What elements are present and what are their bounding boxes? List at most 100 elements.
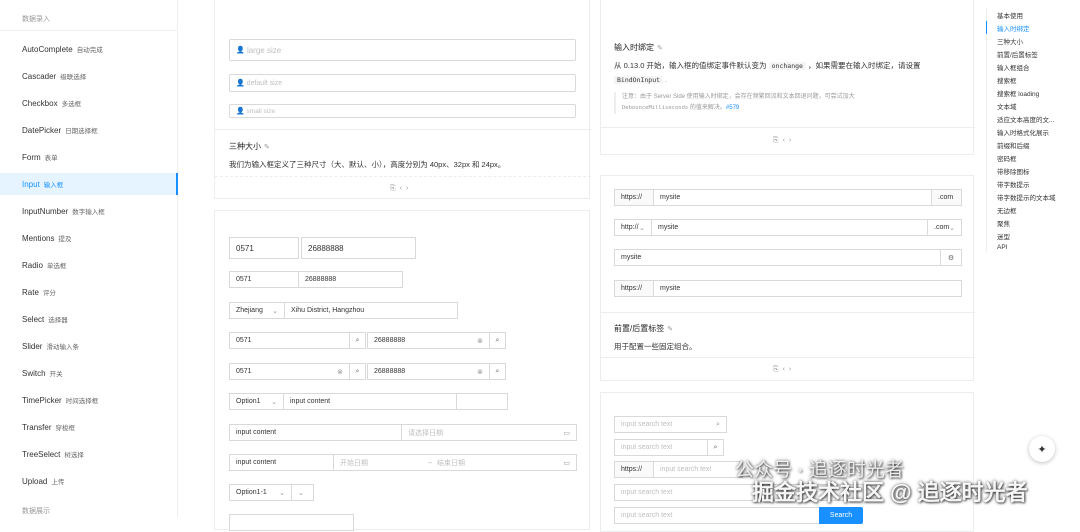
demo-description: 用于配置一些固定组合。 [614,342,697,351]
option-select[interactable]: Option1 ⌄ [229,393,284,410]
phone-input[interactable]: 26888888 ⊗ [367,363,490,380]
cascader-select[interactable]: Option1-1 ⌄ [229,484,292,501]
sidebar-item-radio[interactable]: Radio 单选框 [0,254,178,276]
anchor-link-password[interactable]: 密码框 [987,151,1076,164]
sidebar-item-input[interactable]: Input 输入框 [0,173,178,195]
sidebar-item-autocomplete[interactable]: AutoComplete 自动完成 [0,38,178,60]
search-input[interactable]: input search text [614,507,820,524]
sidebar-item-datepicker[interactable]: DatePicker 日期选择框 [0,119,178,141]
site-input[interactable]: mysite [653,280,962,297]
date-picker[interactable]: 请选择日期 ▭ [401,424,577,441]
anchor-link-show-count[interactable]: 带字数提示 [987,177,1076,190]
search-icon[interactable]: ⌕ [716,421,720,429]
sidebar-item-treeselect[interactable]: TreeSelect 树选择 [0,443,178,465]
calendar-icon: ▭ [563,429,570,437]
province-select[interactable]: Zhejiang ⌄ [229,302,285,319]
protocol-select[interactable]: http://⌄ [614,219,652,236]
copy-icon[interactable]: ⎘ [390,185,400,192]
site-input[interactable]: mysite [651,219,928,236]
content-input[interactable]: input content [229,454,334,471]
edit-icon[interactable]: ✎ [667,325,673,333]
date-range-picker[interactable]: 开始日期 → 结束日期 ▭ [333,454,577,471]
domain-select[interactable]: .com ⌄ [927,219,962,236]
dot: . [665,75,668,84]
anchor-link-autosize[interactable]: 适应文本高度的文... [987,112,1076,125]
copy-icon[interactable]: ⎘ [773,366,783,373]
anchor-link-search-loading[interactable]: 搜索框 loading [987,86,1076,99]
large-size-input[interactable]: 👤 large size [229,39,576,61]
sidebar-item-cascader[interactable]: Cascader 级联选择 [0,65,178,87]
sidebar-item-mentions[interactable]: Mentions 提及 [0,227,178,249]
sidebar-item-checkbox[interactable]: Checkbox 多选框 [0,92,178,114]
address-input[interactable]: Xihu District, Hangzhou [284,302,458,319]
content-input[interactable]: input content [229,424,402,441]
issue-link[interactable]: #579 [726,105,739,111]
sidebar-item-select[interactable]: Select 选择器 [0,308,178,330]
search-input[interactable]: input search text [614,439,708,456]
anchor-link-size[interactable]: 三种大小 [987,34,1076,47]
phone-input[interactable]: 26888888 [298,271,403,288]
theme-toggle-button[interactable]: ✦ [1029,436,1055,462]
sidebar-item-slider[interactable]: Slider 滑动输入条 [0,335,178,357]
anchor-link-type[interactable]: 迷型 [987,229,1076,242]
anchor-link-borderless[interactable]: 无边框 [987,203,1076,216]
sidebar-item-label: Slider [22,341,43,351]
default-size-input[interactable]: 👤 default size [229,74,576,92]
code-expand-icon[interactable]: ‹› [783,137,796,144]
settings-button[interactable]: ⚙ [940,249,962,266]
anchor-link-group[interactable]: 输入框组合 [987,60,1076,73]
area-code-input[interactable]: 0571 [229,271,299,288]
phone-input[interactable]: 26888888 ⊗ [367,332,490,349]
anchor-link-search[interactable]: 搜索框 [987,73,1076,86]
search-input[interactable]: input search text [653,461,743,478]
area-code-input[interactable]: 0571 [229,237,299,259]
user-icon: 👤 [236,108,245,115]
sidebar-item-label: Mentions [22,233,55,243]
content-input[interactable]: input content [283,393,457,410]
search-button[interactable]: ⌕ [489,363,506,380]
blank-input[interactable] [456,393,508,410]
search-button[interactable]: ⌕ [489,332,506,349]
select-dropdown[interactable]: ⌄ [291,484,314,501]
sidebar-item-cn: 树选择 [64,452,84,459]
edit-icon[interactable]: ✎ [657,44,663,52]
code-expand-icon[interactable]: ‹› [783,366,796,373]
anchor-link-bind-on-input[interactable]: 输入时绑定 [986,21,1076,34]
clear-icon[interactable]: ⊗ [477,368,483,376]
anchor-link-textarea[interactable]: 文本域 [987,99,1076,112]
sidebar-item-timepicker[interactable]: TimePicker 时间选择框 [0,389,178,411]
sidebar-item-form[interactable]: Form 表单 [0,146,178,168]
clear-icon[interactable]: ⊗ [477,337,483,345]
anchor-link-allow-clear[interactable]: 带移除图标 [987,164,1076,177]
small-size-input[interactable]: 👤 small size [229,104,576,118]
anchor-link-api[interactable]: API [987,242,1076,252]
phone-input[interactable]: 26888888 [301,237,416,259]
clear-icon[interactable]: ⊗ [337,368,343,376]
sidebar-item-rate[interactable]: Rate 评分 [0,281,178,303]
sidebar-group-data-entry: 数据录入 [22,16,50,23]
anchor-link-prefix-suffix[interactable]: 前缀和后缀 [987,138,1076,151]
sidebar-item-inputnumber[interactable]: InputNumber 数字输入框 [0,200,178,222]
area-code-input[interactable]: 0571 ⊗ [229,363,350,380]
anchor-link-format[interactable]: 输入时格式化展示 [987,125,1076,138]
search-button[interactable]: ⌕ [349,363,366,380]
anchor-link-addon[interactable]: 前置/后置标签 [987,47,1076,60]
code-expand-icon[interactable]: ‹› [400,185,413,192]
area-code-input[interactable]: 0571 [229,332,350,349]
demo-title-text: 三种大小 [229,142,261,151]
site-input[interactable]: mysite [653,189,932,206]
search-button[interactable]: ⌕ [707,439,724,456]
anchor-link-focus[interactable]: 聚焦 [987,216,1076,229]
anchor-link-textarea-count[interactable]: 带字数提示的文本域 [987,190,1076,203]
site-input[interactable]: mysite [614,249,941,266]
addon-before: https:// [614,461,654,478]
edit-icon[interactable]: ✎ [264,143,270,151]
search-input[interactable]: input search text ⌕ [614,416,727,433]
copy-icon[interactable]: ⎘ [773,137,783,144]
sidebar-item-upload[interactable]: Upload 上传 [0,470,178,492]
search-button[interactable]: ⌕ [349,332,366,349]
sidebar-item-switch[interactable]: Switch 开关 [0,362,178,384]
anchor-link-basic[interactable]: 基本使用 [987,8,1076,21]
search-button[interactable]: Search [819,507,863,524]
sidebar-item-transfer[interactable]: Transfer 穿梭框 [0,416,178,438]
